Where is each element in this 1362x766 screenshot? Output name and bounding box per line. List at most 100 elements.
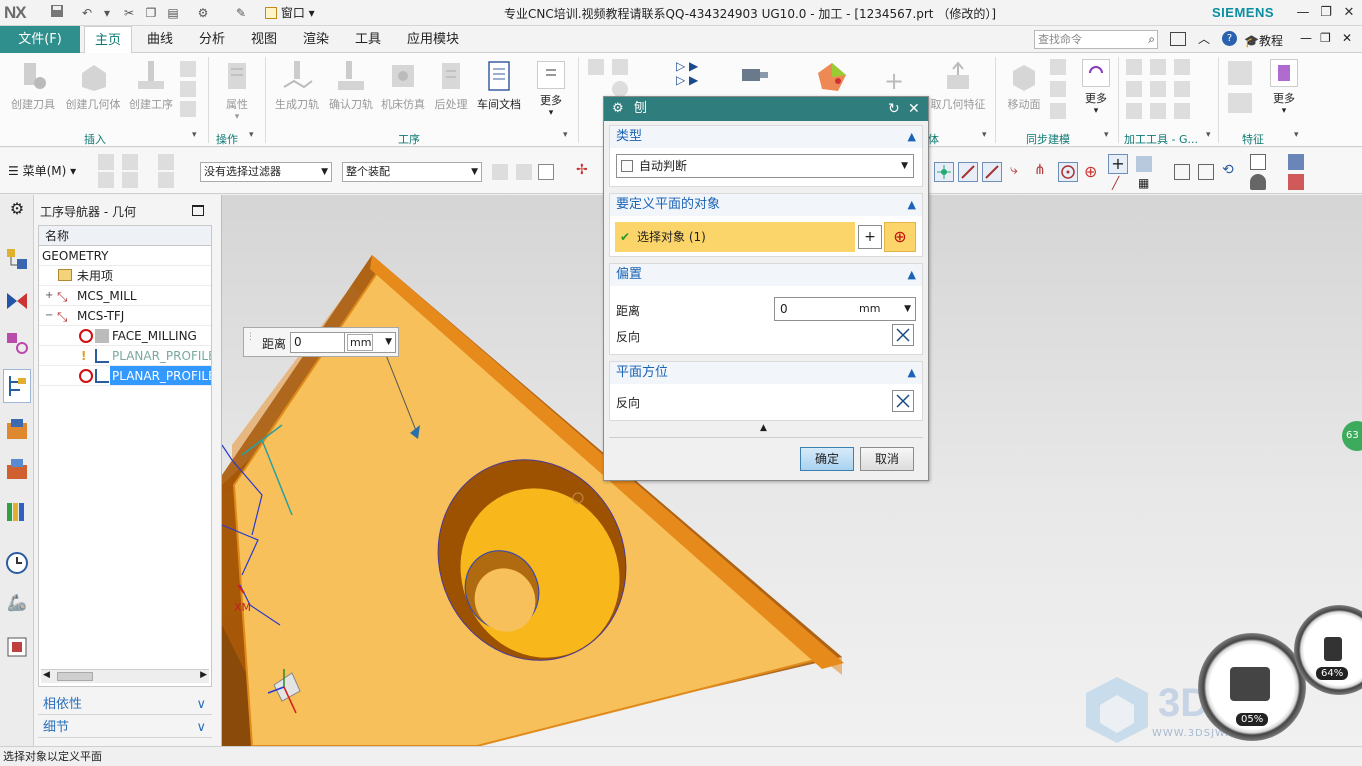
small-geometry-icon[interactable] — [180, 81, 196, 97]
snap-intersection-icon[interactable]: ⋔ — [1034, 162, 1046, 178]
orient-reverse-button[interactable] — [892, 390, 914, 412]
file-menu[interactable]: 文件(F) — [0, 26, 80, 53]
feature-color-icon[interactable] — [816, 61, 848, 93]
small-tool-icon[interactable] — [1174, 59, 1190, 75]
tab-analysis[interactable]: 分析 — [189, 26, 235, 53]
minimize-button[interactable]: — — [1292, 3, 1314, 23]
type-filter-select[interactable]: 没有选择过滤器 ▼ — [200, 162, 332, 182]
distance-input[interactable]: 0 mm ▼ — [774, 297, 916, 321]
scroll-right-icon[interactable]: ▶ — [200, 670, 207, 680]
snap-point-icon[interactable]: ✢ — [576, 162, 588, 178]
save-icon[interactable] — [48, 4, 66, 22]
view-zoom-icon[interactable] — [1198, 164, 1214, 180]
select-icon[interactable] — [98, 154, 114, 170]
small-tool-icon[interactable] — [1150, 81, 1166, 97]
display-option-icon[interactable] — [588, 59, 604, 75]
feature-navigator-icon[interactable] — [5, 417, 29, 441]
extract-geometry-button[interactable]: 取几何特征 — [928, 59, 988, 112]
orientation-section-header[interactable]: 平面方位 ▲ — [610, 362, 922, 384]
robot-arm-icon[interactable]: 🦾 — [5, 593, 29, 617]
library-icon[interactable] — [5, 499, 29, 523]
tutorial-link[interactable]: 🎓教程 — [1244, 32, 1283, 49]
method-view-icon[interactable] — [5, 331, 29, 355]
type-section-header[interactable]: 类型 ▲ — [610, 126, 922, 148]
repeat-command-icon[interactable]: ⚙ — [194, 4, 212, 22]
tool-holder-icon[interactable] — [740, 63, 770, 87]
column-header-name[interactable]: 名称 — [39, 226, 211, 246]
create-operation-button[interactable]: 创建工序 — [126, 59, 176, 112]
selection-scope-select[interactable]: 整个装配 ▼ — [342, 162, 482, 182]
small-sync-icon[interactable] — [1050, 103, 1066, 119]
chevron-down-icon[interactable]: ▾ — [563, 130, 568, 140]
display-filter-icon[interactable] — [1288, 174, 1304, 190]
small-operation-icon[interactable] — [180, 101, 196, 117]
tab-curve[interactable]: 曲线 — [137, 26, 183, 53]
move-face-button[interactable]: 移动面 — [1002, 59, 1046, 112]
grid-icon[interactable]: ▦ — [1138, 176, 1149, 190]
restore-button[interactable]: ❐ — [1315, 3, 1337, 23]
roles-icon[interactable] — [5, 635, 29, 659]
maximize-panel-icon[interactable] — [192, 205, 204, 216]
doc-restore-button[interactable]: ❐ — [1320, 31, 1331, 45]
filter-icon[interactable] — [492, 164, 508, 180]
touch-mode-icon[interactable]: ✎ — [232, 4, 250, 22]
dependencies-section[interactable]: 相依性 ∨ — [38, 695, 212, 715]
feature-icon[interactable] — [1228, 93, 1252, 113]
small-tool-icon[interactable] — [180, 61, 196, 77]
check-select-icon[interactable] — [538, 164, 554, 180]
snap-on-curve-icon[interactable]: ╱ — [1112, 176, 1119, 190]
floating-unit-select[interactable]: mm ▼ — [344, 332, 396, 353]
tab-view[interactable]: 视图 — [241, 26, 287, 53]
select-icon[interactable] — [122, 172, 138, 188]
small-tool-icon[interactable] — [1126, 59, 1142, 75]
snap-face-icon[interactable] — [1136, 156, 1152, 172]
chevron-down-icon[interactable]: ▾ — [192, 130, 197, 140]
doc-close-button[interactable]: ✕ — [1342, 31, 1352, 45]
details-section[interactable]: 细节 ∨ — [38, 718, 212, 738]
small-tool-icon[interactable] — [1174, 81, 1190, 97]
expand-icon[interactable]: + — [45, 286, 53, 305]
toolpath-forward-icon[interactable]: ▷ ▶ — [676, 59, 716, 73]
snap-existing-point-icon[interactable]: + — [1108, 154, 1128, 174]
small-tool-icon[interactable] — [1126, 103, 1142, 119]
scroll-left-icon[interactable]: ◀ — [43, 670, 50, 680]
feature-more-button[interactable]: 更多 ▾ — [1262, 59, 1306, 116]
tab-tools[interactable]: 工具 — [345, 26, 391, 53]
help-icon[interactable]: ? — [1222, 31, 1237, 46]
chevron-down-icon[interactable]: ▾ — [982, 130, 987, 140]
tree-row-mcs-mill[interactable]: + ⤡ MCS_MILL — [39, 286, 211, 306]
cube-view-icon[interactable] — [1288, 154, 1304, 170]
create-tool-button[interactable]: 创建刀具 — [8, 59, 58, 112]
small-tool-icon[interactable] — [1126, 81, 1142, 97]
program-order-icon[interactable] — [5, 289, 29, 313]
tree-row-face-milling[interactable]: FACE_MILLING — [39, 326, 211, 346]
tab-render[interactable]: 渲染 — [293, 26, 339, 53]
select-icon[interactable] — [158, 154, 174, 170]
snap-arc-center-icon[interactable] — [1058, 162, 1078, 182]
chevron-up-icon[interactable]: ︿ — [1198, 30, 1210, 47]
rotate-view-icon[interactable]: ⟲ — [1222, 162, 1234, 178]
tree-row-planar-profile-1[interactable]: ! PLANAR_PROFILE — [39, 346, 211, 366]
reset-icon[interactable]: ↻ — [888, 97, 900, 121]
command-search-input[interactable]: 查找命令 ⌕ — [1034, 30, 1158, 49]
close-icon[interactable]: ✕ — [908, 97, 920, 121]
tree-row-mcs-tfj[interactable]: − ⤡ MCS-TFJ — [39, 306, 211, 326]
create-geometry-button[interactable]: 创建几何体 — [64, 59, 122, 112]
plane-type-select[interactable]: 自动判断 ▼ — [616, 154, 914, 178]
search-icon[interactable]: ⌕ — [1148, 31, 1155, 48]
drag-handle-icon[interactable]: ⋮ — [246, 332, 255, 342]
horizontal-scrollbar[interactable]: ◀ ▶ — [41, 669, 209, 683]
tab-applications[interactable]: 应用模块 — [397, 26, 469, 53]
snap-control-point-icon[interactable]: ⤷ — [1010, 162, 1018, 178]
paste-icon[interactable]: ▤ — [164, 4, 182, 22]
small-tool-icon[interactable] — [1150, 103, 1166, 119]
gear-icon[interactable]: ⚙ — [5, 199, 29, 223]
small-sync-icon[interactable] — [1050, 59, 1066, 75]
undo-icon[interactable]: ↶ — [78, 4, 96, 22]
collapse-more-icon[interactable]: ▲ — [760, 423, 767, 433]
machine-simulation-button[interactable]: 机床仿真 — [378, 59, 428, 112]
ok-button[interactable]: 确定 — [800, 447, 854, 471]
postprocess-button[interactable]: 后处理 — [426, 59, 476, 112]
copy-icon[interactable]: ❐ — [142, 4, 160, 22]
machining-feature-icon[interactable] — [5, 457, 29, 481]
